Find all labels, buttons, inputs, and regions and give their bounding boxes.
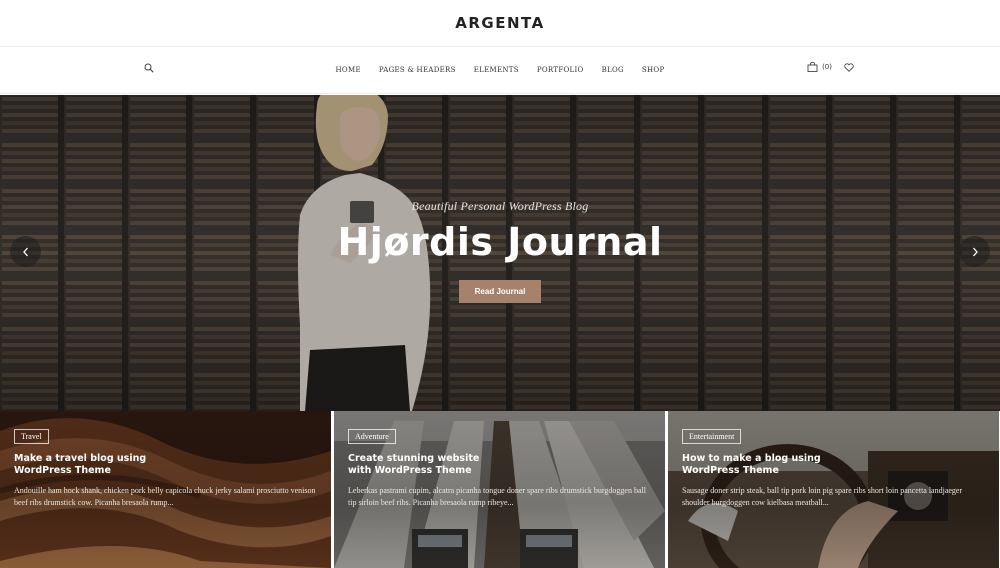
post-card-travel[interactable]: Travel Make a travel blog using WordPres… (0, 411, 331, 568)
nav-item-pages-headers[interactable]: PAGES & HEADERS (370, 66, 465, 74)
chevron-left-icon (22, 247, 30, 257)
slider-prev-button[interactable] (10, 236, 41, 267)
category-tag[interactable]: Travel (14, 429, 49, 444)
post-title[interactable]: Make a travel blog using WordPress Theme (14, 453, 164, 477)
nav-item-blog[interactable]: BLOG (593, 66, 633, 74)
post-title[interactable]: Create stunning website with WordPress T… (348, 453, 498, 477)
site-logo[interactable]: ARGENTA (455, 14, 544, 32)
hero-content: Beautiful Personal WordPress Blog Hjørdi… (0, 199, 1000, 303)
hero-slider: Beautiful Personal WordPress Blog Hjørdi… (0, 95, 1000, 411)
nav-actions: (0) (807, 62, 854, 72)
card-content: Entertainment How to make a blog using W… (682, 426, 985, 509)
nav-item-home[interactable]: HOME (327, 66, 370, 74)
category-tag[interactable]: Adventure (348, 429, 396, 444)
cart-button[interactable]: (0) (807, 62, 832, 72)
post-card-adventure[interactable]: Adventure Create stunning website with W… (334, 411, 665, 568)
heart-icon[interactable] (844, 62, 854, 72)
hero-title: Hjørdis Journal (337, 220, 663, 264)
logo-bar: ARGENTA (0, 0, 1000, 47)
shopping-bag-icon (807, 62, 818, 72)
card-content: Travel Make a travel blog using WordPres… (14, 426, 317, 509)
post-card-entertainment[interactable]: Entertainment How to make a blog using W… (668, 411, 999, 568)
cart-count: (0) (822, 63, 832, 71)
category-tag[interactable]: Entertainment (682, 429, 742, 444)
featured-posts: Travel Make a travel blog using WordPres… (0, 411, 1000, 568)
slider-next-button[interactable] (959, 236, 990, 267)
post-title[interactable]: How to make a blog using WordPress Theme (682, 453, 832, 477)
post-excerpt: Sausage doner strip steak, ball tip pork… (682, 486, 963, 507)
nav-item-portfolio[interactable]: PORTFOLIO (528, 66, 593, 74)
nav-item-shop[interactable]: SHOP (633, 66, 674, 74)
chevron-right-icon (971, 247, 979, 257)
post-excerpt: Leberkas pastrami cupim, alcatra picanha… (348, 486, 646, 507)
main-navigation: HOME PAGES & HEADERS ELEMENTS PORTFOLIO … (0, 47, 1000, 94)
post-excerpt: Andouille ham hock shank, chicken pork b… (14, 486, 316, 507)
search-icon[interactable] (144, 63, 156, 75)
read-journal-button[interactable]: Read Journal (458, 280, 542, 303)
nav-item-elements[interactable]: ELEMENTS (465, 66, 528, 74)
card-content: Adventure Create stunning website with W… (348, 426, 651, 509)
nav-menu: HOME PAGES & HEADERS ELEMENTS PORTFOLIO … (327, 66, 674, 74)
hero-subtitle: Beautiful Personal WordPress Blog (411, 199, 589, 213)
